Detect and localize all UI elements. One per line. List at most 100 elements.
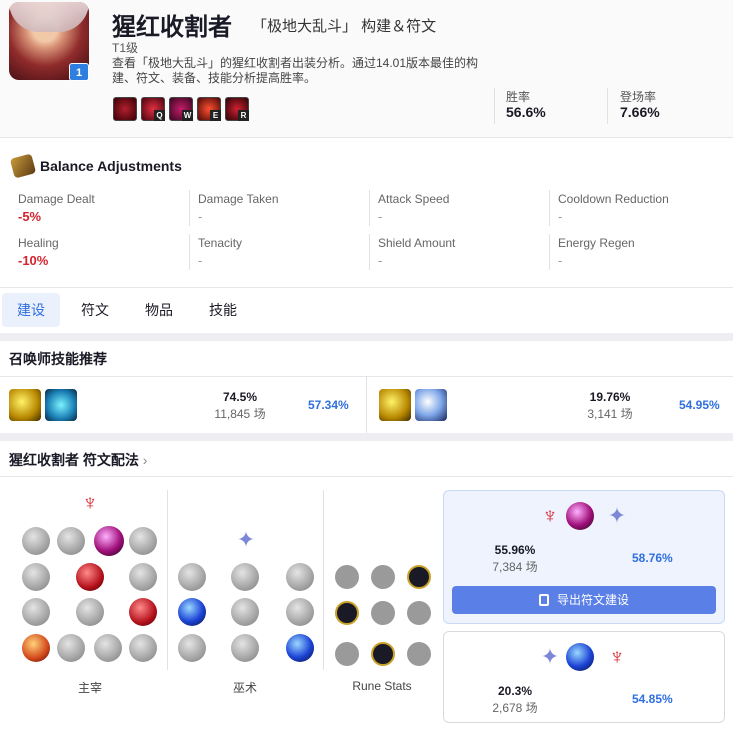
ghost-icon: [379, 389, 411, 421]
section-gap: [0, 433, 733, 441]
rune-icon: [22, 527, 50, 555]
q-skill-icon[interactable]: Q: [141, 97, 165, 121]
w-key-label: W: [182, 110, 193, 121]
pick-rate-value: 7.66%: [620, 104, 660, 120]
rune-win-rate: 58.76%: [632, 551, 673, 565]
rune-icon: [22, 563, 50, 591]
e-key-label: E: [210, 110, 221, 121]
rune-icon: [57, 527, 85, 555]
summoner-pick-rate: 19.76%: [589, 390, 631, 404]
divider: [494, 88, 495, 124]
rune-games: 7,384 场: [492, 560, 538, 574]
rune-icon: [231, 598, 259, 626]
balance-label: Damage Dealt: [18, 192, 95, 206]
stat-shard-icon: [335, 642, 359, 666]
rune-icon: [129, 563, 157, 591]
export-runes-label: 导出符文建设: [556, 593, 629, 607]
r-key-label: R: [238, 110, 249, 121]
rune-icon: [178, 598, 206, 626]
section-gap: [0, 333, 733, 341]
passive-icon[interactable]: [113, 97, 137, 121]
secondary-tree-label: 巫术: [232, 681, 257, 695]
rune-win-rate: 54.85%: [632, 692, 673, 706]
summoner-games: 11,845 场: [214, 407, 266, 421]
balance-value: -10%: [18, 253, 49, 268]
tab-build[interactable]: 建设: [2, 293, 60, 327]
keystone-icon: [566, 643, 594, 671]
rune-icon: [178, 634, 206, 662]
e-skill-icon[interactable]: E: [197, 97, 221, 121]
tier-text: T1级: [112, 41, 139, 55]
summoner-title: 召唤师技能推荐: [9, 351, 107, 367]
balance-value: -: [198, 209, 203, 224]
rune-title-text: 猩红收割者 符文配法: [9, 452, 139, 468]
pick-rate-label: 登场率: [620, 90, 657, 104]
w-skill-icon[interactable]: W: [169, 97, 193, 121]
rune-icon: [231, 563, 259, 591]
stat-shard-icon: [335, 565, 359, 589]
balance-value: -5%: [18, 209, 42, 224]
stat-shard-icon: [335, 601, 359, 625]
champion-header: 1 猩红收割者 「极地大乱斗」 构建＆符文 T1级 查看「极地大乱斗」的猩红收割…: [0, 0, 733, 138]
balance-label: Healing: [18, 236, 59, 250]
chevron-right-icon: ›: [142, 452, 148, 468]
summoner-win-rate: 57.34%: [308, 398, 349, 412]
tab-items[interactable]: 物品: [130, 293, 188, 327]
summoner-pick-rate: 74.5%: [222, 390, 258, 404]
summoner-games: 3,141 场: [587, 407, 633, 421]
tab-skills[interactable]: 技能: [194, 293, 252, 327]
win-rate-label: 胜率: [506, 90, 531, 104]
stat-shard-icon: [371, 565, 395, 589]
summoner-win-rate: 54.95%: [679, 398, 720, 412]
balance-value: -: [558, 253, 563, 268]
balance-icon: [9, 153, 37, 179]
balance-label: Cooldown Reduction: [558, 192, 669, 206]
rune-icon: [57, 634, 85, 662]
rune-icon: [129, 598, 157, 626]
rune-icon: [94, 526, 124, 556]
balance-label: Tenacity: [198, 236, 243, 250]
win-rate-value: 56.6%: [506, 104, 546, 120]
stat-shard-icon: [407, 565, 431, 589]
sorcery-tree-icon: ✦: [236, 527, 256, 552]
divider: [607, 88, 608, 124]
sorcery-tree-icon: ✦: [540, 644, 560, 669]
balance-value: -: [378, 209, 383, 224]
stat-shard-icon: [407, 642, 431, 666]
tab-runes[interactable]: 符文: [66, 293, 124, 327]
balance-title: Balance Adjustments: [40, 158, 182, 174]
rune-icon: [286, 598, 314, 626]
champion-name: 猩红收割者: [112, 14, 232, 41]
export-runes-button[interactable]: 导出符文建设: [452, 586, 716, 614]
stat-shards-label: Rune Stats: [352, 679, 412, 693]
sorcery-tree-icon: ✦: [607, 503, 627, 528]
rune-icon: [129, 634, 157, 662]
primary-tree-label: 主宰: [77, 681, 102, 695]
rune-pick-rate: 20.3%: [497, 684, 533, 698]
balance-label: Attack Speed: [378, 192, 450, 206]
keystone-icon: [566, 502, 594, 530]
mode-title: 「极地大乱斗」 构建＆符文: [252, 18, 437, 35]
rune-icon: [231, 634, 259, 662]
rune-icon: [94, 634, 122, 662]
balance-value: -: [558, 209, 563, 224]
rune-icon: [286, 634, 314, 662]
stat-shard-icon: [371, 601, 395, 625]
domination-tree-icon: ♆: [541, 503, 559, 528]
rune-icon: [22, 598, 50, 626]
domination-tree-icon: ♆: [81, 490, 99, 515]
rune-icon: [178, 563, 206, 591]
q-key-label: Q: [154, 110, 165, 121]
rune-pick-rate: 55.96%: [494, 543, 536, 557]
rune-games: 2,678 场: [492, 701, 538, 715]
cleanse-icon: [45, 389, 77, 421]
domination-tree-icon: ♆: [608, 644, 626, 669]
export-icon: [538, 594, 549, 606]
rune-icon: [129, 527, 157, 555]
snowball-icon: [415, 389, 447, 421]
rune-title[interactable]: 猩红收割者 符文配法 ›: [9, 450, 147, 470]
rune-icon: [286, 563, 314, 591]
r-skill-icon[interactable]: R: [225, 97, 249, 121]
tier-badge: 1: [69, 63, 89, 81]
ghost-icon: [9, 389, 41, 421]
